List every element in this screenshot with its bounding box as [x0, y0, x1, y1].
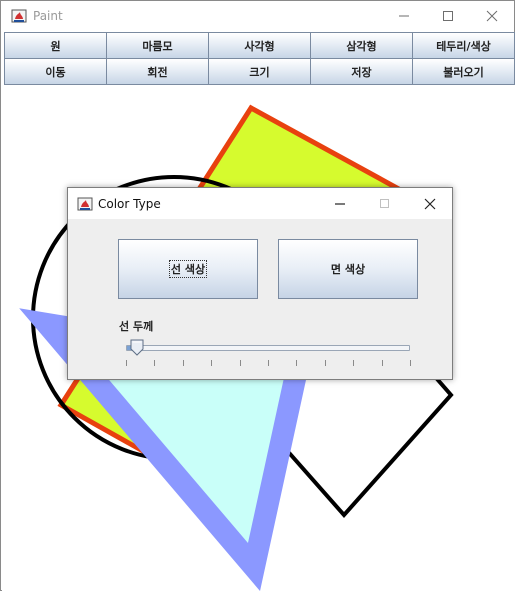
rotate-button[interactable]: 회전 — [106, 58, 209, 85]
close-icon — [424, 198, 436, 209]
slider-tick — [353, 360, 355, 366]
diamond-button[interactable]: 마름모 — [106, 32, 209, 59]
slider-tick — [154, 360, 156, 366]
thickness-slider-ticks — [68, 360, 452, 368]
thickness-slider-track[interactable] — [126, 345, 410, 351]
slider-tick — [126, 360, 127, 366]
maximize-icon — [443, 11, 453, 21]
move-button[interactable]: 이동 — [4, 58, 107, 85]
rectangle-button[interactable]: 사각형 — [208, 32, 311, 59]
title-bar[interactable]: Paint — [1, 1, 514, 31]
slider-tick — [182, 360, 184, 366]
close-button[interactable] — [469, 1, 515, 31]
dialog-title-bar[interactable]: Color Type — [68, 188, 452, 219]
line-thickness-label: 선 두께 — [119, 320, 154, 333]
dialog-maximize-button — [362, 188, 406, 219]
tool-bar: 원 마름모 사각형 삼각형 테두리/색상 이동 회전 크기 저장 불러오기 — [4, 32, 515, 85]
fill-color-label: 면 색상 — [330, 263, 366, 276]
dialog-minimize-button[interactable] — [318, 188, 362, 219]
circle-button[interactable]: 원 — [4, 32, 107, 59]
line-color-label: 선 색상 — [168, 260, 208, 278]
slider-tick — [211, 360, 213, 366]
slider-tick — [381, 360, 383, 366]
slider-tick — [239, 360, 241, 366]
triangle-button[interactable]: 삼각형 — [310, 32, 413, 59]
line-color-button[interactable]: 선 색상 — [118, 239, 258, 299]
java-app-icon — [11, 9, 27, 23]
dialog-title: Color Type — [98, 197, 161, 211]
save-button[interactable]: 저장 — [310, 58, 413, 85]
border-color-button[interactable]: 테두리/색상 — [412, 32, 515, 59]
minimize-button[interactable] — [381, 1, 427, 31]
slider-tick — [324, 360, 326, 366]
slider-tick — [296, 360, 298, 366]
load-button[interactable]: 불러오기 — [412, 58, 515, 85]
slider-tick — [268, 360, 269, 366]
slider-tick — [410, 360, 411, 366]
close-icon — [486, 10, 498, 22]
minimize-icon — [335, 202, 345, 205]
dialog-close-button[interactable] — [408, 188, 452, 219]
java-app-icon — [77, 197, 93, 211]
thickness-slider-thumb[interactable] — [130, 339, 144, 356]
fill-color-button[interactable]: 면 색상 — [278, 239, 418, 299]
resize-button[interactable]: 크기 — [208, 58, 311, 85]
minimize-icon — [399, 15, 409, 17]
window-title: Paint — [33, 9, 63, 23]
color-type-dialog: Color Type 선 색상 면 색상 선 두께 — [67, 187, 453, 380]
maximize-icon — [379, 199, 389, 208]
maximize-button[interactable] — [425, 1, 471, 31]
